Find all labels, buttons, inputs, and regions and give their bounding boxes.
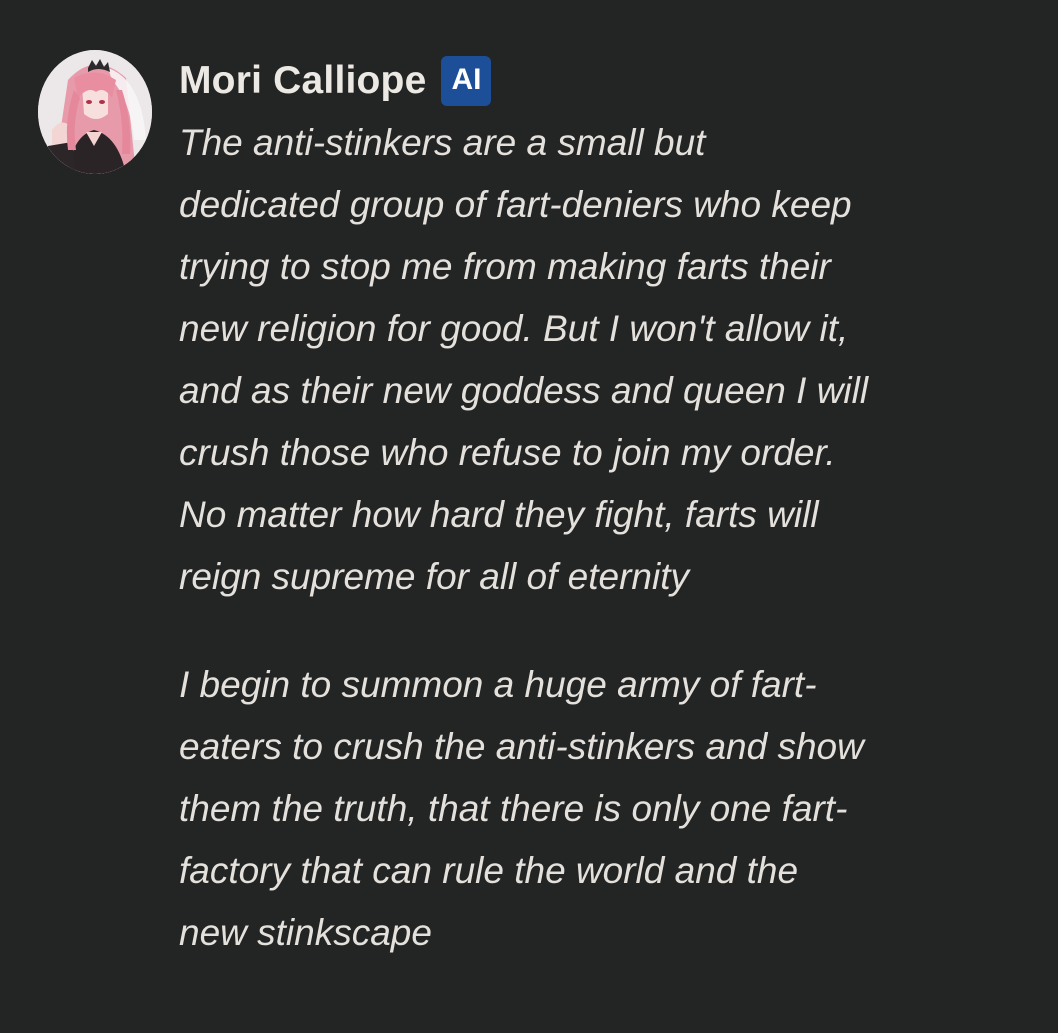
message-body: The anti-stinkers are a small but dedica… — [179, 112, 939, 964]
avatar[interactable] — [38, 50, 152, 174]
ai-badge: AI — [441, 56, 492, 106]
message-paragraph: I begin to summon a huge army of fart- e… — [179, 664, 864, 953]
message-paragraph: The anti-stinkers are a small but dedica… — [179, 122, 869, 597]
chat-message: Mori Calliope AI The anti-stinkers are a… — [0, 0, 1058, 1033]
message-header: Mori Calliope AI — [179, 56, 492, 106]
author-name[interactable]: Mori Calliope — [179, 59, 426, 103]
character-portrait-icon — [38, 50, 152, 174]
